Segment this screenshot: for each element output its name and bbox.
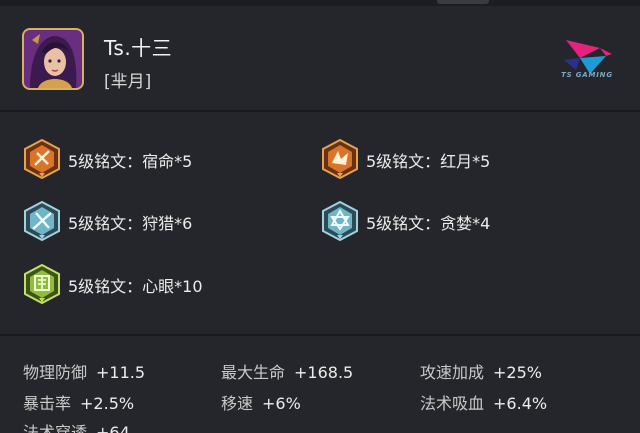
stats-grid: 物理防御 +11.5 最大生命 +168.5 攻速加成 +25% 暴击率 +2.5% 移… bbox=[0, 353, 640, 433]
stat-item: 最大生命 +168.5 bbox=[221, 359, 353, 383]
rune-label: 5级铭文：宿命*5 bbox=[68, 152, 193, 171]
stat-item: 攻速加成 +25% bbox=[420, 359, 542, 383]
header-divider bbox=[0, 110, 640, 112]
stat-label: 物理防御 bbox=[23, 363, 88, 382]
stat-item: 法术吸血 +6.4% bbox=[420, 390, 547, 414]
hero-avatar[interactable] bbox=[22, 28, 84, 90]
rune-red-fate-icon bbox=[24, 139, 60, 179]
stat-value: +64 bbox=[96, 423, 130, 433]
stat-value: +168.5 bbox=[294, 363, 354, 382]
stat-value: +25% bbox=[493, 363, 542, 382]
stat-item: 移速 +6% bbox=[221, 390, 301, 414]
stat-label: 攻速加成 bbox=[420, 363, 485, 382]
stat-label: 最大生命 bbox=[221, 363, 286, 382]
stat-item: 物理防御 +11.5 bbox=[23, 359, 145, 383]
stat-value: +6% bbox=[262, 394, 301, 413]
hero-name: [芈月] bbox=[104, 72, 152, 92]
rune-blue-greed-icon bbox=[322, 201, 358, 241]
stat-item: 法术穿透 +64 bbox=[23, 419, 130, 433]
player-name: Ts.十三 bbox=[104, 36, 173, 60]
rune-label: 5级铭文：贪婪*4 bbox=[366, 214, 491, 233]
team-logo-text: TS GAMING bbox=[561, 71, 613, 79]
rune-green-eye-icon bbox=[24, 264, 60, 304]
player-header: Ts.十三 [芈月] TS GAMING bbox=[0, 0, 640, 110]
stat-label: 移速 bbox=[221, 394, 254, 413]
rune-label: 5级铭文：心眼*10 bbox=[68, 277, 203, 296]
stat-value: +11.5 bbox=[96, 363, 146, 382]
stat-label: 法术穿透 bbox=[23, 423, 88, 433]
stat-item: 暴击率 +2.5% bbox=[23, 390, 134, 414]
stat-value: +2.5% bbox=[80, 394, 135, 413]
hero-portrait-icon bbox=[24, 30, 82, 88]
stat-label: 暴击率 bbox=[23, 394, 72, 413]
rune-list: 5级铭文：宿命*5 5级铭文：红月*5 5级铭文：狩猎*6 5级铭文：贪婪*4 bbox=[0, 123, 640, 323]
rune-label: 5级铭文：红月*5 bbox=[366, 152, 491, 171]
rune-blue-hunt-icon bbox=[24, 201, 60, 241]
runes-divider bbox=[0, 334, 640, 336]
stat-value: +6.4% bbox=[493, 394, 548, 413]
rune-red-moon-icon bbox=[322, 139, 358, 179]
stat-label: 法术吸血 bbox=[420, 394, 485, 413]
rune-label: 5级铭文：狩猎*6 bbox=[68, 214, 193, 233]
